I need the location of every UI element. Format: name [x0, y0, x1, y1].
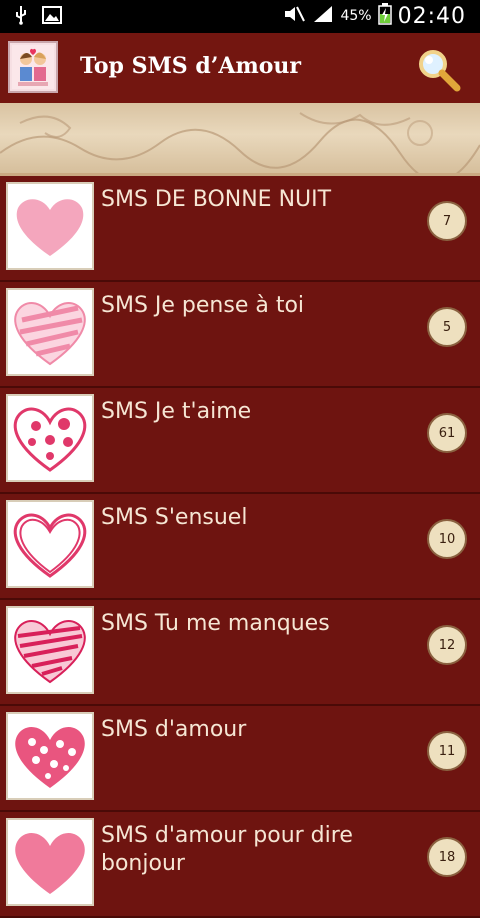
category-label: SMS d'amour pour dire bonjour	[101, 823, 353, 876]
heart-icon	[6, 606, 94, 694]
count-badge: 11	[427, 731, 467, 771]
decorative-banner	[0, 103, 480, 182]
category-label: SMS Tu me manques	[101, 611, 330, 636]
heart-icon	[6, 394, 94, 482]
app-title: Top SMS d’Amour	[80, 53, 301, 79]
heart-icon	[6, 182, 94, 270]
category-label: SMS Je t'aime	[101, 399, 252, 424]
list-item[interactable]: SMS d'amour 11	[0, 706, 480, 812]
count-badge: 61	[427, 413, 467, 453]
app-logo	[8, 41, 58, 93]
count-badge: 10	[427, 519, 467, 559]
list-item[interactable]: SMS Je pense à toi 5	[0, 282, 480, 388]
clock: 02:40	[397, 3, 466, 29]
count-badge: 7	[427, 201, 467, 241]
heart-icon	[6, 500, 94, 588]
image-icon	[42, 6, 62, 28]
search-button[interactable]	[414, 45, 462, 93]
count-badge: 12	[427, 625, 467, 665]
list-item[interactable]: SMS DE BONNE NUIT 7	[0, 176, 480, 282]
usb-icon	[14, 5, 28, 29]
battery-icon	[377, 3, 392, 29]
category-list: SMS DE BONNE NUIT 7 SMS Je pense à toi 5	[0, 176, 480, 918]
mute-icon	[282, 4, 306, 28]
category-label: SMS Je pense à toi	[101, 293, 305, 318]
category-label: SMS DE BONNE NUIT	[101, 187, 332, 212]
signal-icon	[312, 4, 334, 28]
category-label: SMS d'amour	[101, 717, 247, 742]
status-bar: 45% 02:40	[0, 0, 480, 33]
search-icon	[419, 50, 461, 92]
list-item[interactable]: SMS d'amour pour dire bonjour 18	[0, 812, 480, 918]
count-badge: 18	[427, 837, 467, 877]
count-badge: 5	[427, 307, 467, 347]
heart-icon	[6, 712, 94, 800]
heart-icon	[6, 818, 94, 906]
battery-percent: 45%	[340, 8, 372, 24]
list-item[interactable]: SMS S'ensuel 10	[0, 494, 480, 600]
heart-icon	[6, 288, 94, 376]
list-item[interactable]: SMS Tu me manques 12	[0, 600, 480, 706]
list-item[interactable]: SMS Je t'aime 61	[0, 388, 480, 494]
app-bar: Top SMS d’Amour	[0, 33, 480, 105]
category-label: SMS S'ensuel	[101, 505, 248, 530]
